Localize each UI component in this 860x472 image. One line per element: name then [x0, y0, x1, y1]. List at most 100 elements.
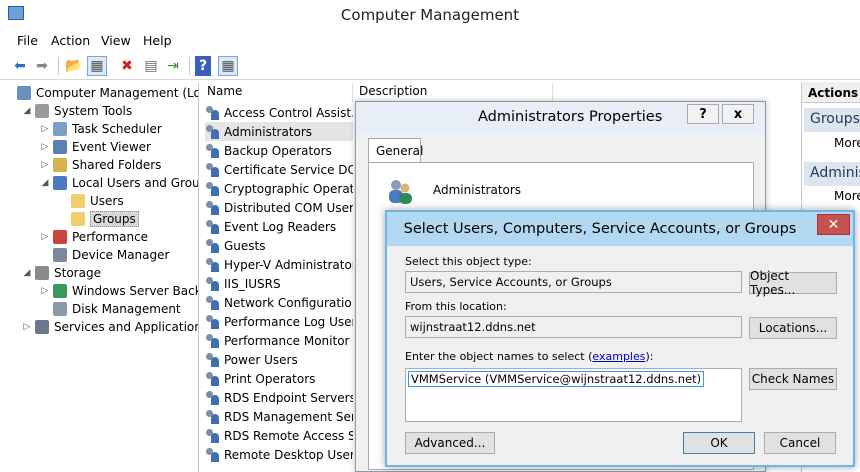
- object-names-label-suffix: ):: [645, 350, 654, 363]
- menu-file[interactable]: File: [17, 33, 38, 48]
- group-icon: [205, 238, 221, 253]
- tree-node[interactable]: ◢ System Tools: [22, 102, 132, 120]
- toolbar: ⬅ ➡ 📂 ▦ ✖ ▤ ⇥ ? ▦: [0, 52, 860, 80]
- console-tree: Computer Management (Local ◢ System Tools ▷…: [0, 82, 199, 472]
- tree-node[interactable]: ◢ Storage: [22, 264, 101, 282]
- menu-view[interactable]: View: [101, 33, 131, 48]
- location-label: From this location:: [405, 300, 507, 313]
- help-icon[interactable]: ?: [195, 56, 211, 76]
- expand-arrow-icon[interactable]: ▷: [40, 286, 50, 296]
- performance-icon: [53, 230, 67, 244]
- actions-group-administrators[interactable]: Adminis: [804, 162, 860, 186]
- tree-node-label: Storage: [54, 266, 101, 280]
- tree-node-label: Users: [90, 194, 124, 208]
- tree-node[interactable]: ▷ Performance: [40, 228, 148, 246]
- locations-button[interactable]: Locations...: [749, 317, 837, 339]
- export-icon[interactable]: ⇥: [163, 56, 183, 76]
- object-names-input[interactable]: VMMService (VMMService@wijnstraat12.ddns…: [405, 368, 742, 422]
- collapse-arrow-icon[interactable]: ◢: [22, 268, 32, 278]
- actions-more-administrators[interactable]: More: [834, 189, 860, 203]
- actions-more-groups[interactable]: More: [834, 136, 860, 150]
- group-name: Cryptographic Operat…: [224, 181, 353, 196]
- tree-node[interactable]: Device Manager: [40, 246, 169, 264]
- menu-action[interactable]: Action: [51, 33, 90, 48]
- back-icon[interactable]: ⬅: [10, 56, 30, 76]
- select-users-dialog: Select Users, Computers, Service Account…: [385, 210, 855, 467]
- toolbar-separator: [58, 57, 59, 75]
- show-hide-action-pane-icon[interactable]: ▦: [218, 56, 238, 76]
- menu-help[interactable]: Help: [143, 33, 172, 48]
- expand-arrow-icon[interactable]: ▷: [40, 232, 50, 242]
- group-name: Hyper-V Administrators: [224, 257, 353, 272]
- properties-help-button[interactable]: ?: [687, 104, 719, 124]
- group-name: Power Users: [224, 352, 298, 367]
- object-types-button[interactable]: Object Types...: [749, 269, 837, 297]
- properties-icon[interactable]: ▤: [141, 56, 161, 76]
- tree-node-label: Services and Applications: [54, 320, 199, 334]
- group-list-item[interactable]: Network Configuratio…: [205, 293, 353, 312]
- check-names-button[interactable]: Check Names: [749, 368, 837, 390]
- group-list-item[interactable]: Power Users: [205, 350, 353, 369]
- ok-button[interactable]: OK: [683, 432, 755, 454]
- tab-general[interactable]: General: [368, 138, 423, 163]
- group-name: Administrators: [224, 124, 313, 139]
- delete-icon[interactable]: ✖: [117, 56, 137, 76]
- expand-arrow-icon[interactable]: ▷: [40, 142, 50, 152]
- toolbar-separator: [189, 57, 190, 75]
- title-bar: Computer Management: [0, 0, 860, 31]
- group-name: RDS Management Ser…: [224, 409, 353, 424]
- group-list-item[interactable]: Distributed COM Users: [205, 198, 353, 217]
- show-hide-tree-icon[interactable]: ▦: [87, 56, 107, 76]
- expand-arrow-icon[interactable]: ▷: [40, 160, 50, 170]
- group-list-item[interactable]: Event Log Readers: [205, 217, 353, 236]
- tree-node[interactable]: ◢ Local Users and Groups: [40, 174, 198, 192]
- group-list-item[interactable]: RDS Endpoint Servers: [205, 388, 353, 407]
- group-name-label: Administrators: [433, 183, 522, 197]
- group-icon: [205, 162, 221, 177]
- tree-node[interactable]: ▷ Shared Folders: [40, 156, 161, 174]
- expand-arrow-icon[interactable]: ▷: [40, 124, 50, 134]
- column-header-name[interactable]: Name: [201, 84, 353, 102]
- group-users-icon: [389, 180, 412, 204]
- collapse-arrow-icon[interactable]: ◢: [40, 178, 50, 188]
- tree-node[interactable]: ▷ Windows Server Backup: [40, 282, 198, 300]
- object-name-entry[interactable]: VMMService (VMMService@wijnstraat12.ddns…: [408, 371, 705, 387]
- tree-node[interactable]: Groups: [58, 210, 139, 228]
- tree-node[interactable]: Computer Management (Local: [4, 84, 198, 102]
- properties-close-button[interactable]: x: [722, 104, 754, 124]
- group-icon: [205, 447, 221, 462]
- group-name: Guests: [224, 238, 266, 253]
- group-list-item[interactable]: Guests: [205, 236, 353, 255]
- group-list-item[interactable]: Backup Operators: [205, 141, 353, 160]
- group-list-item[interactable]: IIS_IUSRS: [205, 274, 353, 293]
- tree-node[interactable]: ▷ Task Scheduler: [40, 120, 162, 138]
- group-list-item[interactable]: Certificate Service DC…: [205, 160, 353, 179]
- tree-node[interactable]: ▷ Services and Applications: [22, 318, 199, 336]
- up-folder-icon[interactable]: 📂: [64, 56, 84, 76]
- expand-arrow-icon[interactable]: ▷: [22, 322, 32, 332]
- select-dialog-title: Select Users, Computers, Service Account…: [403, 221, 797, 237]
- group-list-item[interactable]: Performance Log Users: [205, 312, 353, 331]
- group-list-item[interactable]: Administrators: [205, 122, 353, 141]
- tree-node[interactable]: Users: [58, 192, 124, 210]
- group-list-item[interactable]: RDS Remote Access S…: [205, 426, 353, 445]
- group-list-item[interactable]: Remote Desktop Users: [205, 445, 353, 464]
- forward-icon[interactable]: ➡: [32, 56, 52, 76]
- actions-group-groups[interactable]: Groups: [804, 108, 860, 132]
- advanced-button[interactable]: Advanced...: [405, 432, 495, 454]
- column-header-description[interactable]: Description: [353, 84, 553, 102]
- group-list-item[interactable]: Access Control Assist…: [205, 103, 353, 122]
- group-list-item[interactable]: RDS Management Ser…: [205, 407, 353, 426]
- cancel-button[interactable]: Cancel: [764, 432, 836, 454]
- group-list-item[interactable]: Cryptographic Operat…: [205, 179, 353, 198]
- group-list-item[interactable]: Hyper-V Administrators: [205, 255, 353, 274]
- select-dialog-close-button[interactable]: ✕: [817, 214, 850, 235]
- group-list-item[interactable]: Performance Monitor …: [205, 331, 353, 350]
- examples-link[interactable]: examples: [592, 350, 645, 363]
- tree-node[interactable]: Disk Management: [40, 300, 181, 318]
- group-list-item[interactable]: Print Operators: [205, 369, 353, 388]
- group-icon: [205, 219, 221, 234]
- collapse-arrow-icon[interactable]: ◢: [22, 106, 32, 116]
- storage-icon: [35, 266, 49, 280]
- tree-node[interactable]: ▷ Event Viewer: [40, 138, 151, 156]
